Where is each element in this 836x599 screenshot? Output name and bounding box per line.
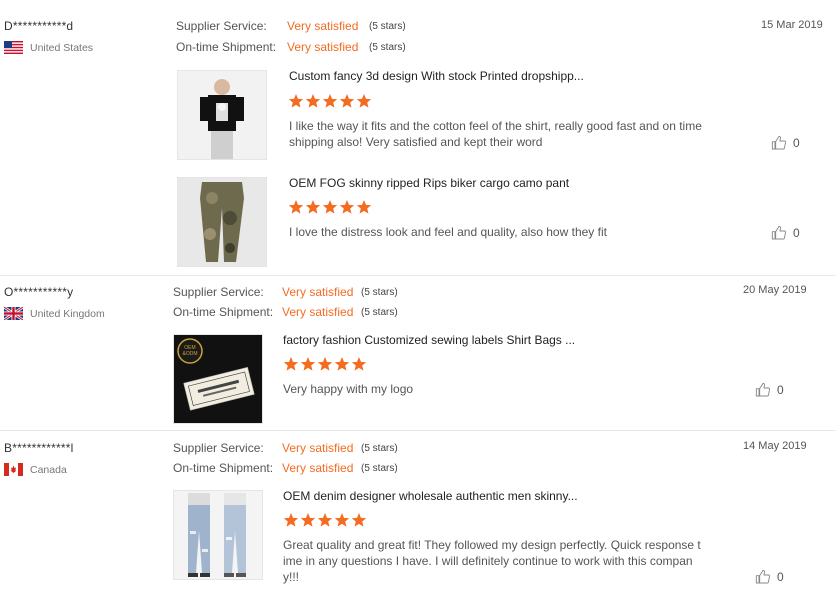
- shipment-value: Very satisfied: [287, 40, 359, 54]
- shipment-value: Very satisfied: [282, 305, 354, 319]
- shipment-label: On-time Shipment:: [173, 461, 274, 475]
- product-thumbnail[interactable]: [177, 177, 267, 267]
- us-flag-icon: [4, 41, 23, 54]
- product-rating-stars: [288, 199, 372, 215]
- review-comment: I love the distress look and feel and qu…: [289, 225, 607, 239]
- country-label: Canada: [30, 463, 67, 476]
- thumbs-up-icon: [755, 382, 771, 397]
- star-icon: [322, 200, 338, 214]
- buyer-name: B************l: [4, 441, 74, 455]
- review-divider: [0, 430, 836, 431]
- like-button[interactable]: 0: [755, 382, 784, 398]
- like-count: 0: [793, 136, 800, 150]
- shipment-label: On-time Shipment:: [176, 40, 277, 54]
- supplier-service-label: Supplier Service:: [176, 19, 267, 33]
- like-count: 0: [777, 383, 784, 397]
- star-icon: [283, 513, 299, 527]
- supplier-service-label: Supplier Service:: [173, 285, 264, 299]
- review-divider: [0, 275, 836, 276]
- buyer-country: United States: [4, 41, 93, 54]
- like-count: 0: [777, 570, 784, 584]
- star-icon: [334, 357, 350, 371]
- supplier-service-value: Very satisfied: [287, 19, 359, 33]
- product-thumbnail[interactable]: OEM &ODM: [173, 334, 263, 424]
- star-icon: [351, 357, 367, 371]
- product-title[interactable]: OEM denim designer wholesale authentic m…: [283, 489, 578, 503]
- star-icon: [305, 200, 321, 214]
- like-button[interactable]: 0: [771, 135, 800, 151]
- product-title[interactable]: OEM FOG skinny ripped Rips biker cargo c…: [289, 176, 569, 190]
- thumbs-up-icon: [771, 135, 787, 150]
- comment-line: ime in any questions I have. I will defi…: [283, 554, 693, 568]
- product-title[interactable]: factory fashion Customized sewing labels…: [283, 333, 575, 347]
- product-rating-stars: [283, 512, 367, 528]
- like-button[interactable]: 0: [755, 569, 784, 585]
- star-icon: [351, 513, 367, 527]
- camo-pants-image: [178, 178, 266, 266]
- star-icon: [305, 94, 321, 108]
- star-icon: [339, 200, 355, 214]
- sewing-label-image: OEM &ODM: [174, 335, 262, 423]
- star-icon: [317, 513, 333, 527]
- star-icon: [288, 94, 304, 108]
- thumbs-up-icon: [755, 569, 771, 584]
- star-icon: [300, 357, 316, 371]
- supplier-service-value: Very satisfied: [282, 441, 354, 455]
- buyer-country: Canada: [4, 463, 67, 476]
- comment-line: Great quality and great fit! They follow…: [283, 538, 701, 552]
- buyer-name: O***********y: [4, 285, 74, 299]
- star-icon: [356, 200, 372, 214]
- star-icon: [317, 357, 333, 371]
- supplier-service-stars: (5 stars): [361, 443, 398, 454]
- star-icon: [288, 200, 304, 214]
- buyer-name: D***********d: [4, 19, 74, 33]
- star-icon: [339, 94, 355, 108]
- denim-jeans-image: [174, 491, 262, 579]
- review-comment: Great quality and great fit! They follow…: [283, 537, 701, 585]
- star-icon: [300, 513, 316, 527]
- review-comment: Very happy with my logo: [283, 382, 414, 396]
- country-label: United States: [30, 41, 94, 54]
- product-thumbnail[interactable]: [177, 70, 267, 160]
- product-thumbnail[interactable]: [173, 490, 263, 580]
- uk-flag-icon: [4, 307, 23, 320]
- svg-text:&ODM: &ODM: [183, 351, 198, 357]
- star-icon: [334, 513, 350, 527]
- review-date: 15 Mar 2019: [761, 19, 823, 31]
- buyer-country: United Kingdom: [4, 307, 105, 320]
- supplier-service-value: Very satisfied: [282, 285, 354, 299]
- product-rating-stars: [283, 356, 367, 372]
- star-icon: [322, 94, 338, 108]
- shipment-stars: (5 stars): [369, 42, 406, 53]
- star-icon: [356, 94, 372, 108]
- review-date: 20 May 2019: [743, 284, 807, 296]
- review-date: 14 May 2019: [743, 440, 807, 452]
- review-comment: I like the way it fits and the cotton fe…: [289, 119, 702, 149]
- shipment-label: On-time Shipment:: [173, 305, 274, 319]
- supplier-service-label: Supplier Service:: [173, 441, 264, 455]
- supplier-service-stars: (5 stars): [361, 287, 398, 298]
- tshirt-model-image: [178, 71, 266, 159]
- thumbs-up-icon: [771, 225, 787, 240]
- comment-line: y!!!: [283, 570, 300, 584]
- star-icon: [283, 357, 299, 371]
- shipment-value: Very satisfied: [282, 461, 354, 475]
- like-button[interactable]: 0: [771, 225, 800, 241]
- canada-flag-icon: [4, 463, 23, 476]
- product-rating-stars: [288, 93, 372, 109]
- supplier-service-stars: (5 stars): [369, 21, 406, 32]
- product-title[interactable]: Custom fancy 3d design With stock Printe…: [289, 69, 584, 83]
- shipment-stars: (5 stars): [361, 463, 398, 474]
- like-count: 0: [793, 226, 800, 240]
- country-label: United Kingdom: [30, 307, 105, 320]
- shipment-stars: (5 stars): [361, 307, 398, 318]
